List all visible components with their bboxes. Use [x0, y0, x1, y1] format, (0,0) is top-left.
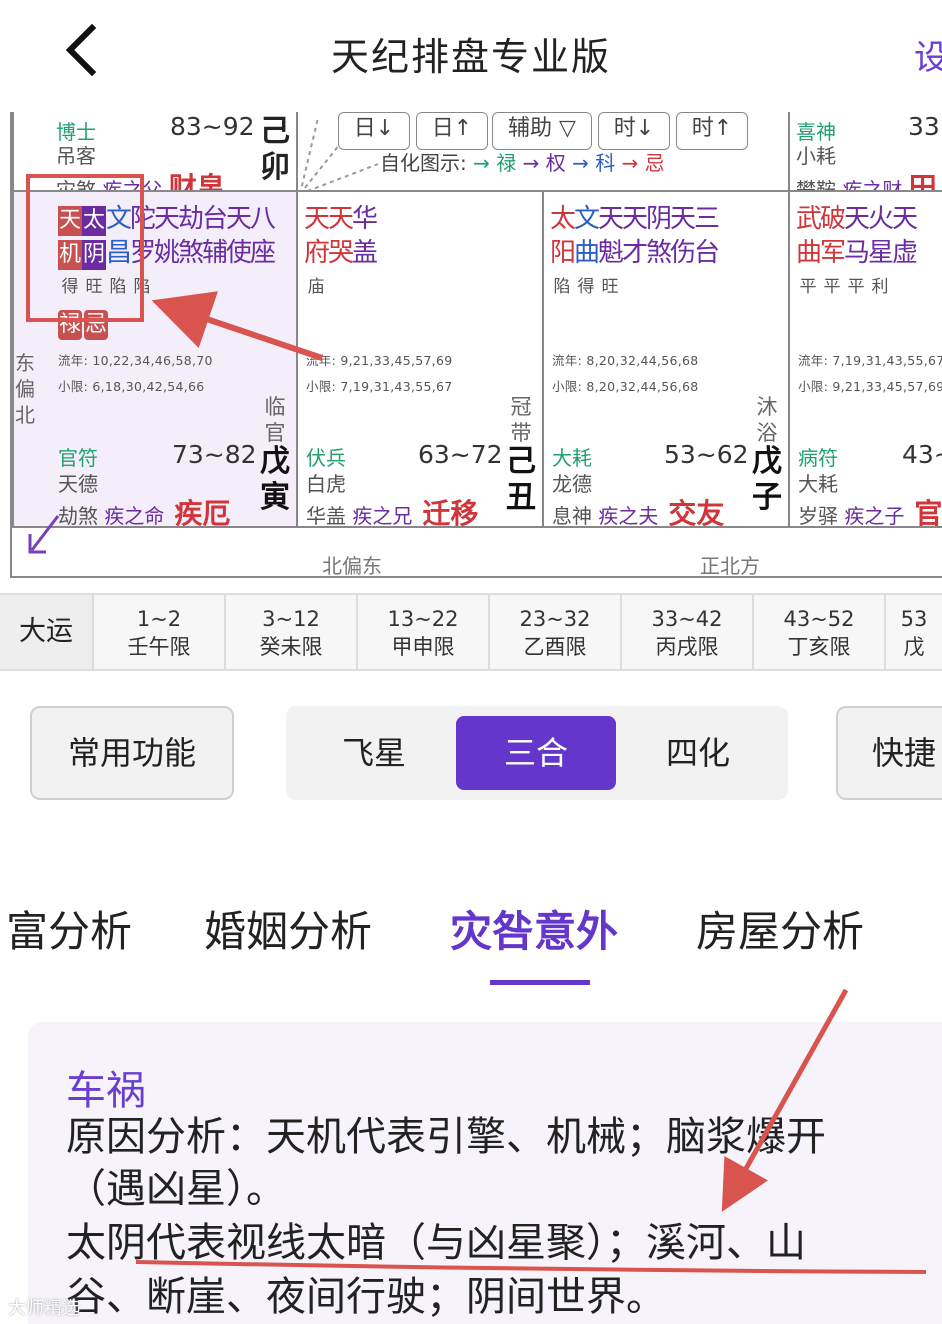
self-transform-legend: 自化图示: → 禄 → 权 → 科 → 忌 — [380, 151, 665, 175]
mode-segmented-control: 飞星 三合 四化 — [286, 706, 788, 800]
auxiliary-dropdown[interactable]: 辅助 ▽ — [492, 112, 592, 150]
app-header: 天纪排盘专业版 设 — [0, 0, 942, 112]
active-tab-indicator — [490, 980, 590, 985]
hour-down-button[interactable]: 时↓ — [598, 112, 670, 150]
dayun-item[interactable]: 13~22 甲申限 — [356, 595, 488, 669]
analysis-line: 原因分析：天机代表引擎、机械；脑浆爆开 — [66, 1114, 826, 1160]
tab-disaster-accident[interactable]: 灾咎意外 — [450, 898, 618, 959]
palace-cell-hai[interactable]: 武破天火天 曲军马星虚 平平平利 流年: 7,19,31,43,55,67 小限… — [788, 190, 942, 528]
palace-cell-chen[interactable]: 喜神 小耗 攀鞍 疾之财 田 33~ — [788, 112, 942, 192]
dayun-bar: 大运 1~2 壬午限 3~12 癸未限 13~22 甲申限 23~32 乙酉限 33~4… — [0, 593, 942, 671]
analysis-line: （遇凶星）。 — [66, 1166, 286, 1212]
quick-button[interactable]: 快捷 — [836, 706, 942, 800]
direction-east-north: 东偏北 — [15, 351, 35, 427]
page-title: 天纪排盘专业版 — [330, 35, 611, 79]
astrology-chart: 博士 吊客 灾煞 疾之父 财帛 83~92 己 卯 喜神 小耗 攀鞍 疾之财 田… — [10, 112, 942, 578]
dayun-label: 大运 — [0, 595, 92, 669]
annotation-highlight-box — [26, 174, 144, 322]
dayun-item[interactable]: 53 戊 — [884, 595, 942, 669]
palace-cell-chou[interactable]: 天天华 府哭盖 庙 流年: 9,21,33,45,57,69 小限: 7,19,… — [296, 190, 544, 528]
dayun-item[interactable]: 23~32 乙酉限 — [488, 595, 620, 669]
settings-link-partial[interactable]: 设 — [914, 30, 942, 79]
card-title: 车祸 — [66, 1068, 146, 1114]
tab-marriage-analysis[interactable]: 婚姻分析 — [204, 898, 372, 959]
dayun-item[interactable]: 1~2 壬午限 — [92, 595, 224, 669]
dayun-item[interactable]: 33~42 丙戌限 — [620, 595, 752, 669]
hour-up-button[interactable]: 时↑ — [676, 112, 748, 150]
tab-sanhe[interactable]: 三合 — [456, 716, 616, 790]
common-functions-button[interactable]: 常用功能 — [30, 706, 234, 800]
day-down-button[interactable]: 日↓ — [338, 112, 410, 150]
day-up-button[interactable]: 日↑ — [416, 112, 488, 150]
tab-sihua[interactable]: 四化 — [618, 716, 778, 790]
tab-feixing[interactable]: 飞星 — [294, 716, 454, 790]
watermark: 大师精选 — [8, 1298, 80, 1319]
dayun-item[interactable]: 3~12 癸未限 — [224, 595, 356, 669]
direction-north: 正北方 — [700, 554, 760, 578]
tab-wealth-analysis[interactable]: 富分析 — [6, 898, 132, 959]
palace-cell-zi[interactable]: 太文天天阴天三 阳曲魁才煞伤台 陷得旺 流年: 8,20,32,44,56,68… — [542, 190, 790, 528]
analysis-line: 太阴代表视线太暗（与凶星聚）；溪河、山 — [66, 1220, 806, 1266]
dayun-item[interactable]: 43~52 丁亥限 — [752, 595, 884, 669]
analysis-line: 谷、断崖、夜间行驶；阴间世界。 — [66, 1274, 666, 1320]
direction-north-east: 北偏东 — [322, 554, 382, 578]
tab-house-analysis[interactable]: 房屋分析 — [696, 898, 864, 959]
